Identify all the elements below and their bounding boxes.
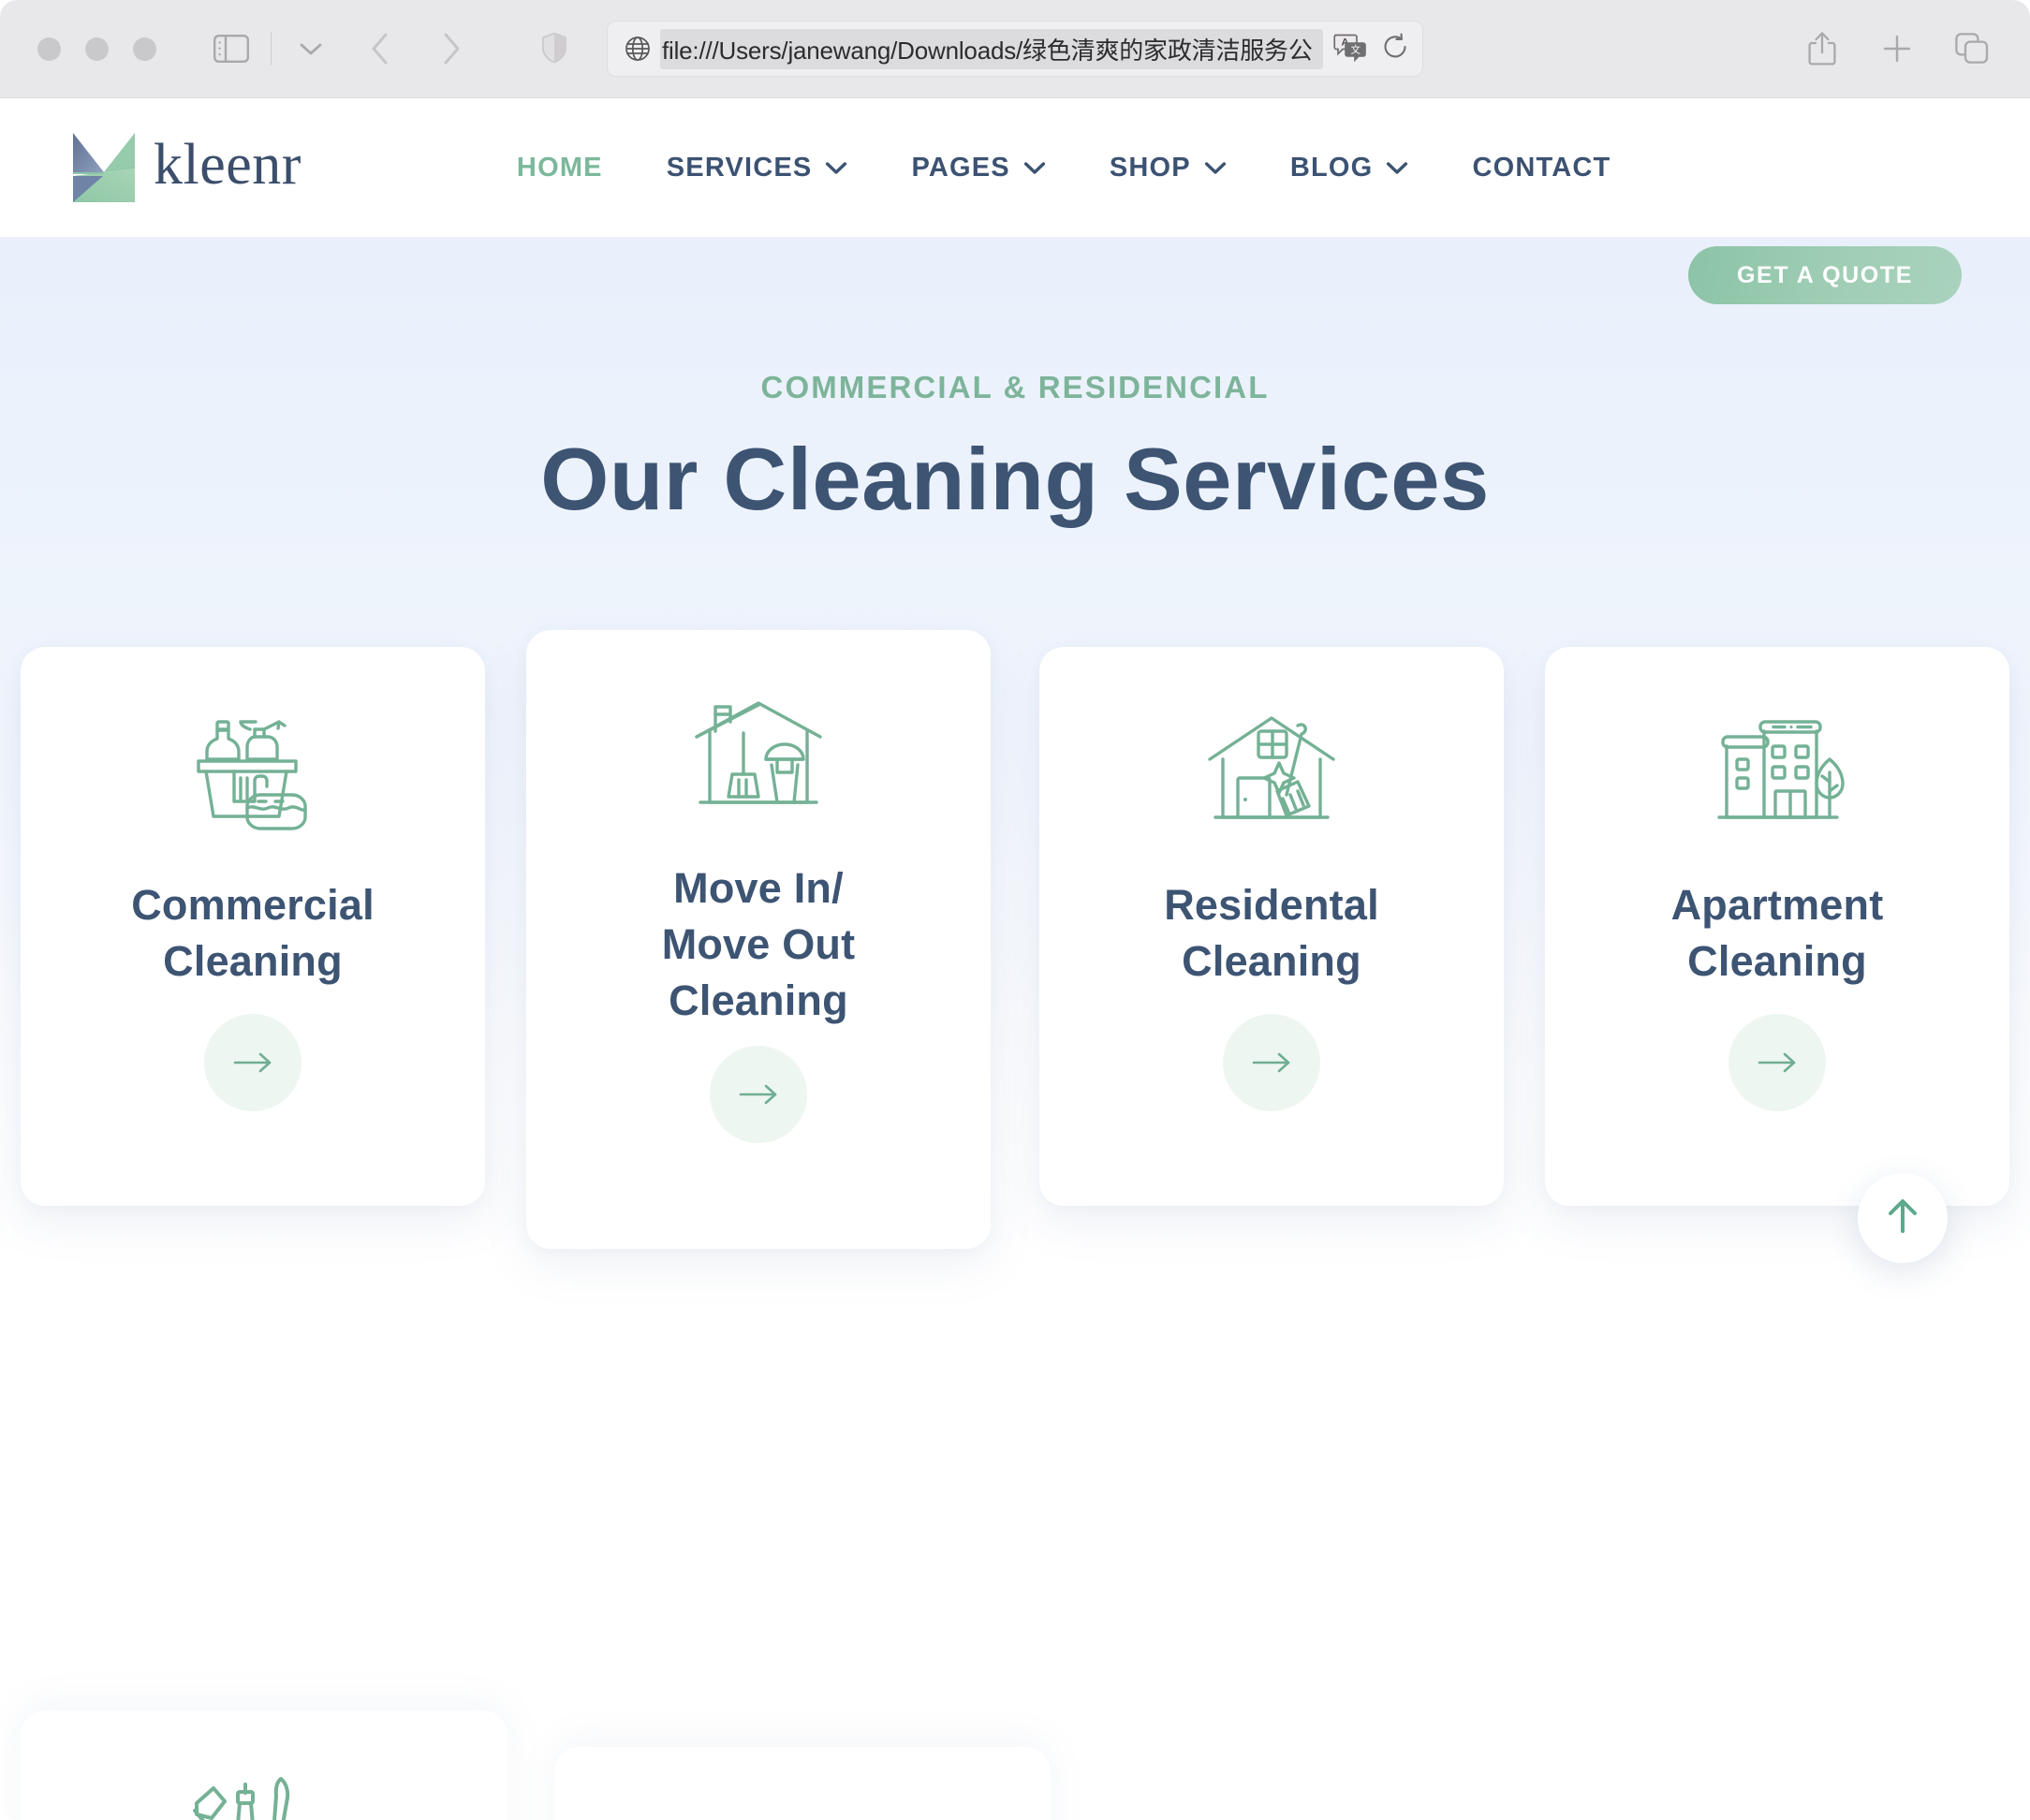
- nav-item-pages[interactable]: PAGES: [879, 153, 1077, 183]
- site-header: kleenr HOME SERVICES PAGES SHOP BLOG CON…: [0, 98, 2030, 304]
- reload-icon[interactable]: [1381, 33, 1409, 66]
- nav-label-services: SERVICES: [666, 152, 813, 183]
- service-card-apartment-cleaning[interactable]: Apartment Cleaning: [1545, 647, 2009, 1206]
- main-navigation: HOME SERVICES PAGES SHOP BLOG CONTACT: [485, 153, 1643, 183]
- service-card-title: Apartment Cleaning: [1670, 881, 1884, 985]
- new-tab-button[interactable]: [1873, 24, 1921, 73]
- nav-label-blog: BLOG: [1289, 152, 1374, 183]
- address-bar-url: file:///Users/janewang/Downloads/绿色清爽的家政…: [660, 28, 1323, 69]
- chevron-down-icon: [1023, 161, 1046, 175]
- address-bar-actions: A 文: [1332, 32, 1409, 66]
- service-card-residental-cleaning[interactable]: Residental Cleaning: [1039, 647, 1504, 1206]
- brand-name: kleenr: [154, 133, 302, 197]
- house-broom-mop-icon: [687, 682, 830, 823]
- tab-overview-button[interactable]: [1948, 24, 1996, 73]
- nav-item-home[interactable]: HOME: [485, 153, 635, 183]
- browser-window: file:///Users/janewang/Downloads/绿色清爽的家政…: [0, 0, 2030, 1820]
- arrow-up-icon: [1884, 1196, 1921, 1241]
- nav-label-shop: SHOP: [1109, 152, 1191, 183]
- navigation-arrows: [356, 24, 476, 73]
- svg-text:文: 文: [1351, 43, 1361, 55]
- service-card-title: Commercial Cleaning: [131, 881, 375, 985]
- service-card-arrow-button[interactable]: [204, 1013, 302, 1111]
- brand-logo[interactable]: kleenr: [69, 131, 302, 204]
- apartment-building-icon: [1706, 699, 1848, 840]
- page-title: Our Cleaning Services: [540, 430, 1490, 528]
- get-a-quote-button[interactable]: GET A QUOTE: [1688, 246, 1962, 304]
- minimize-button[interactable]: [85, 37, 109, 61]
- browser-right-controls: [1798, 24, 1996, 73]
- chevron-down-icon: [825, 161, 847, 175]
- house-sparkle-broom-icon: [1200, 699, 1343, 840]
- forward-button[interactable]: [427, 24, 476, 73]
- browser-toolbar: file:///Users/janewang/Downloads/绿色清爽的家政…: [0, 0, 2030, 98]
- next-section-card-right[interactable]: [554, 1747, 1051, 1820]
- nav-label-pages: PAGES: [911, 152, 1010, 183]
- cleaning-tools-icon: [184, 1769, 324, 1820]
- butterfly-logo-icon: [69, 131, 139, 204]
- service-cards-row: Commercial Cleaning Move In/ Move Out Cl…: [0, 630, 2030, 1285]
- nav-item-contact[interactable]: CONTACT: [1440, 153, 1642, 183]
- service-card-arrow-button[interactable]: [1223, 1013, 1320, 1111]
- service-card-arrow-button[interactable]: [710, 1045, 807, 1143]
- globe-icon: [625, 36, 651, 62]
- close-button[interactable]: [37, 37, 61, 61]
- sidebar-controls: [207, 24, 335, 73]
- privacy-shield-icon[interactable]: [541, 32, 567, 68]
- get-a-quote-label: GET A QUOTE: [1737, 261, 1913, 288]
- service-card-move-in-move-out-cleaning[interactable]: Move In/ Move Out Cleaning: [526, 630, 991, 1249]
- chevron-down-icon: [1386, 161, 1408, 175]
- maximize-button[interactable]: [133, 37, 156, 61]
- scroll-to-top-button[interactable]: [1858, 1173, 1948, 1263]
- services-section: COMMERCIAL & RESIDENCIAL Our Cleaning Se…: [0, 237, 2030, 1267]
- nav-item-blog[interactable]: BLOG: [1258, 153, 1441, 183]
- sidebar-toggle-icon[interactable]: [207, 24, 256, 73]
- nav-item-services[interactable]: SERVICES: [635, 153, 880, 183]
- cleaning-bucket-icon: [182, 699, 324, 840]
- service-card-commercial-cleaning[interactable]: Commercial Cleaning: [21, 647, 485, 1206]
- sidebar-dropdown-icon[interactable]: [287, 24, 335, 73]
- service-card-title: Residental Cleaning: [1164, 881, 1379, 985]
- address-bar[interactable]: file:///Users/janewang/Downloads/绿色清爽的家政…: [607, 21, 1423, 77]
- share-button[interactable]: [1798, 24, 1846, 73]
- chevron-down-icon: [1204, 161, 1227, 175]
- address-bar-region: file:///Users/janewang/Downloads/绿色清爽的家政…: [542, 21, 1423, 77]
- service-card-title: Move In/ Move Out Cleaning: [661, 864, 856, 1024]
- nav-item-shop[interactable]: SHOP: [1078, 153, 1258, 183]
- window-traffic-lights: [37, 37, 156, 61]
- nav-label-contact: CONTACT: [1472, 152, 1611, 183]
- translate-icon[interactable]: A 文: [1332, 32, 1370, 66]
- service-card-arrow-button[interactable]: [1728, 1013, 1826, 1111]
- nav-label-home: HOME: [516, 152, 603, 183]
- section-eyebrow: COMMERCIAL & RESIDENCIAL: [760, 370, 1270, 404]
- toolbar-divider: [271, 32, 272, 66]
- back-button[interactable]: [356, 24, 405, 73]
